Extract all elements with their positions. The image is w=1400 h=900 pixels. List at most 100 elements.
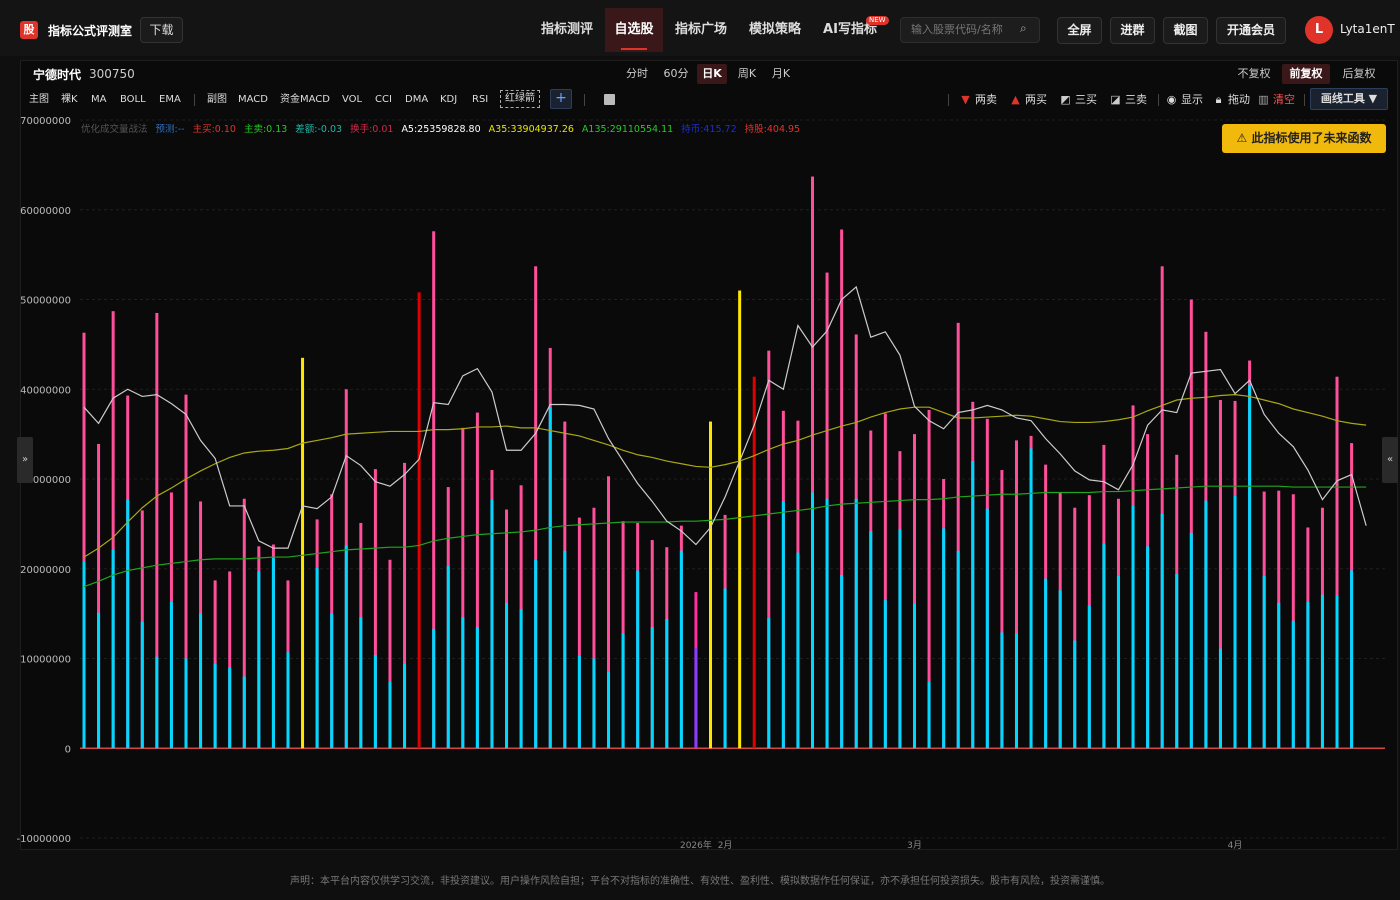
sell-volume-bar [942,528,946,749]
sell-volume-bar [111,549,115,749]
sell-volume-bar [1175,574,1179,749]
sell-volume-bar [242,676,246,749]
sell-volume-bar [1160,514,1164,749]
sell-volume-bar [519,609,523,749]
sell-volume-bar [388,681,392,749]
sell-volume-bar [1306,601,1310,749]
sell-volume-bar [199,613,203,749]
sell-volume-bar [825,498,829,749]
sell-volume-bar [184,658,188,749]
sell-volume-bar [912,603,916,749]
sell-volume-bar [854,498,858,749]
sell-volume-bar [1262,575,1266,749]
warning-icon: ⚠ [1236,131,1252,145]
y-tick-label: 40000000 [20,385,71,396]
sell-volume-bar [869,531,873,749]
legend-item: 换手:0.01 [350,123,393,135]
legend-item: 预测:-- [156,124,185,135]
x-tick-label: 4月 [1228,840,1243,851]
expand-right-icon[interactable]: « [1382,437,1398,483]
y-tick-label: -10000000 [16,834,71,845]
volume-bar [709,421,713,749]
sell-volume-bar [1014,633,1018,749]
y-tick-label: 50000000 [20,296,71,307]
sell-volume-bar [665,619,669,749]
sell-volume-bar [1335,595,1339,749]
sell-volume-bar [344,545,348,749]
legend-item: 持币:415.72 [681,123,736,135]
sell-volume-bar [927,681,931,749]
future-function-warning[interactable]: ⚠ 此指标使用了未来函数 [1222,124,1386,153]
sell-volume-bar [636,570,640,749]
expand-left-icon[interactable]: » [17,437,33,483]
sell-volume-bar [228,667,232,749]
sell-volume-bar [811,492,814,749]
sell-volume-bar [971,461,975,749]
y-tick-label: 70000000 [20,116,71,127]
sell-volume-bar [563,550,567,749]
sell-volume-bar [97,612,101,749]
sell-volume-bar [475,627,479,749]
volume-bar [301,357,305,749]
sell-volume-bar [1233,496,1237,749]
volume-bar [417,292,421,749]
sell-volume-bar [1248,384,1252,749]
sell-volume-bar [1073,640,1077,749]
sell-volume-bar [650,627,654,749]
sell-volume-bar [461,617,465,749]
volume-chart: 7000000060000000500000004000000030000000… [16,116,1385,851]
sell-volume-bar [956,550,960,749]
sell-volume-bar [1000,632,1004,749]
sell-volume-bar [767,618,771,749]
sell-volume-bar [840,575,844,749]
sell-volume-bar [1087,605,1091,749]
sell-volume-bar [679,550,683,749]
sell-volume-bar [1277,602,1281,749]
sell-volume-bar [359,617,363,749]
sell-volume-bar [1102,543,1106,749]
sell-volume-bar [1350,570,1354,749]
sell-volume-bar [898,529,902,749]
sell-volume-bar [607,671,611,749]
legend-item: A135:29110554.11 [582,124,673,135]
y-tick-label: 20000000 [20,565,71,576]
a5-line [83,285,1367,549]
sell-volume-bar [140,621,144,749]
sell-volume-bar [1189,532,1193,749]
x-tick-label: 2月 [718,840,733,851]
legend-item: 主买:0.10 [193,123,236,135]
volume-bar [752,376,756,749]
sell-volume-bar [373,654,377,749]
legend-item: 持股:404.95 [745,123,800,135]
sell-volume-bar [1131,505,1135,749]
sell-volume-bar [169,601,173,749]
sell-volume-bar [213,663,217,749]
sell-volume-bar [505,602,509,749]
sell-volume-bar [723,588,727,749]
sell-volume-bar [286,652,290,749]
sell-volume-bar [883,600,887,749]
sell-volume-bar [781,501,785,749]
sell-volume-bar [621,633,625,749]
sell-volume-bar [271,557,275,749]
sell-volume-bar [490,499,494,749]
sell-volume-bar [1204,500,1208,749]
sell-volume-bar [1320,594,1324,749]
legend-item: 主卖:0.13 [244,123,287,135]
sell-volume-bar [403,663,407,749]
sell-volume-bar [82,561,86,749]
sell-volume-bar [1058,590,1062,749]
sell-volume-bar [432,628,436,749]
sell-volume-bar [592,658,596,749]
warning-text: 此指标使用了未来函数 [1251,131,1372,145]
sell-volume-bar [985,508,989,749]
sell-volume-bar [796,552,800,749]
y-tick-label: 10000000 [20,655,71,666]
sell-volume-bar [330,613,334,749]
sell-volume-bar [1218,648,1222,749]
y-tick-label: 0 [65,744,71,755]
sell-volume-bar [257,571,261,749]
x-tick-label: 2026年 [680,839,712,851]
legend-item: 优化成交量战法 [81,123,148,135]
disclaimer: 声明：本平台内容仅供学习交流，非投资建议。用户操作风险自担；平台不对指标的准确性… [290,876,1110,887]
